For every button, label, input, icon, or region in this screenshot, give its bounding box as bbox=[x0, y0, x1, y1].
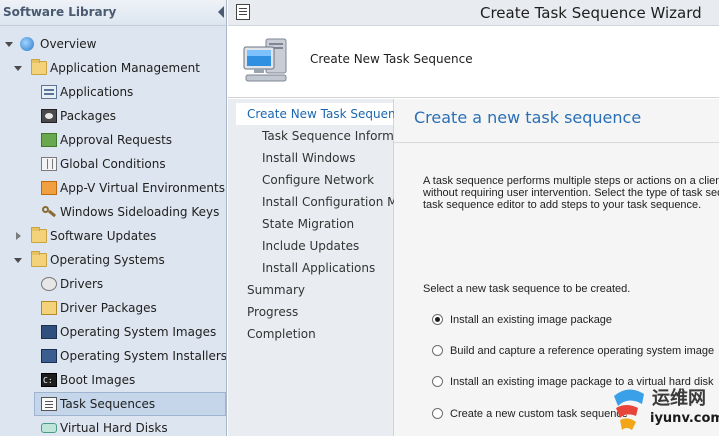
tree-item-boot-images[interactable]: Boot Images bbox=[0, 369, 226, 392]
expand-arrow-icon[interactable] bbox=[5, 42, 13, 47]
tree-item-operating-system-images[interactable]: Operating System Images bbox=[0, 321, 226, 343]
tree-item-application-management[interactable]: Application Management bbox=[0, 57, 226, 79]
wizard-banner: Create New Task Sequence bbox=[228, 27, 719, 98]
tree-item-label: Drivers bbox=[60, 277, 104, 291]
tree-item-label: Overview bbox=[40, 37, 97, 51]
expand-arrow-icon[interactable] bbox=[14, 258, 22, 263]
content-divider bbox=[394, 142, 719, 143]
task-sequences-icon bbox=[41, 397, 57, 411]
tree-item-overview[interactable]: Overview bbox=[0, 33, 226, 55]
tree-item-label: Boot Images bbox=[60, 373, 136, 387]
tree-item-software-updates[interactable]: Software Updates bbox=[0, 225, 226, 247]
tree-item-approval-requests[interactable]: Approval Requests bbox=[0, 129, 226, 151]
virtual-hard-disks-icon bbox=[41, 423, 57, 433]
tree-item-label: Task Sequences bbox=[60, 397, 156, 411]
description-line: A task sequence performs multiple steps … bbox=[423, 175, 719, 187]
option-label[interactable]: Create a new custom task sequence bbox=[450, 405, 628, 423]
description-text: A task sequence performs multiple steps … bbox=[423, 175, 719, 211]
tree-item-operating-system-installers[interactable]: Operating System Installers bbox=[0, 345, 226, 367]
os-installers-icon bbox=[41, 349, 57, 363]
boot-images-icon bbox=[41, 370, 57, 392]
content-title: Create a new task sequence bbox=[414, 108, 642, 127]
option-label[interactable]: Build and capture a reference operating … bbox=[450, 342, 714, 360]
tree-item-label: Applications bbox=[60, 85, 134, 99]
navigation-pane: Software Library Overview Application Ma… bbox=[0, 0, 227, 436]
tree-item-label: Driver Packages bbox=[60, 301, 157, 315]
step-summary: Summary bbox=[247, 283, 305, 297]
wizard-steps-list: Create New Task Sequence Task Sequence I… bbox=[228, 99, 440, 436]
os-images-icon bbox=[41, 325, 57, 339]
folder-icon bbox=[31, 59, 47, 75]
tree-item-label: Operating System Installers bbox=[60, 349, 227, 363]
wizard-title-bar[interactable]: Create Task Sequence Wizard bbox=[228, 0, 719, 26]
radio-button[interactable] bbox=[432, 376, 443, 387]
radio-button[interactable] bbox=[432, 345, 443, 356]
folder-icon bbox=[31, 251, 47, 267]
step-install-windows: Install Windows bbox=[262, 151, 356, 165]
collapsed-arrow-icon[interactable] bbox=[16, 232, 21, 240]
description-line: task sequence editor to add steps to you… bbox=[423, 199, 702, 211]
create-task-sequence-wizard: Create Task Sequence Wizard Create New T… bbox=[228, 0, 719, 436]
step-create-new-task-sequence: Create New Task Sequence bbox=[236, 103, 410, 125]
computer-icon bbox=[243, 38, 287, 82]
radio-button-checked[interactable] bbox=[432, 314, 443, 325]
navigation-pane-header: Software Library bbox=[0, 0, 226, 26]
step-state-migration: State Migration bbox=[262, 217, 355, 231]
tree-item-label: Approval Requests bbox=[60, 133, 173, 147]
tree-item-task-sequences[interactable]: Task Sequences bbox=[34, 392, 226, 416]
step-configure-network: Configure Network bbox=[262, 173, 375, 187]
tree-item-label: Application Management bbox=[50, 61, 200, 75]
key-icon bbox=[41, 205, 57, 219]
tree-item-operating-systems[interactable]: Operating Systems bbox=[0, 249, 226, 271]
banner-heading: Create New Task Sequence bbox=[310, 52, 473, 66]
tree-item-label: App-V Virtual Environments bbox=[60, 181, 225, 195]
applications-icon bbox=[41, 85, 57, 99]
step-install-applications: Install Applications bbox=[262, 261, 376, 275]
expand-arrow-icon[interactable] bbox=[14, 66, 22, 71]
tree-item-label: Packages bbox=[60, 109, 116, 123]
select-prompt: Select a new task sequence to be created… bbox=[423, 283, 631, 295]
watermark-text: 运维网 bbox=[652, 388, 706, 409]
packages-icon bbox=[41, 109, 57, 123]
tree-item-drivers[interactable]: Drivers bbox=[0, 273, 226, 295]
collapse-pane-icon[interactable] bbox=[218, 6, 224, 18]
step-completion: Completion bbox=[247, 327, 316, 341]
wizard-app-icon[interactable] bbox=[236, 4, 250, 20]
tree-item-driver-packages[interactable]: Driver Packages bbox=[0, 297, 226, 319]
global-conditions-icon bbox=[41, 157, 57, 171]
tree-item-windows-sideloading-keys[interactable]: Windows Sideloading Keys bbox=[0, 201, 226, 223]
tree-item-label: Global Conditions bbox=[60, 157, 166, 171]
tree-item-appv-virtual-environments[interactable]: App-V Virtual Environments bbox=[0, 177, 226, 199]
tree-item-virtual-hard-disks[interactable]: Virtual Hard Disks bbox=[0, 417, 226, 436]
appv-icon bbox=[41, 181, 57, 195]
navigation-pane-title: Software Library bbox=[3, 5, 117, 19]
tree-item-label: Software Updates bbox=[50, 229, 157, 243]
approval-requests-icon bbox=[41, 133, 57, 147]
tree-item-packages[interactable]: Packages bbox=[0, 105, 226, 127]
driver-packages-icon bbox=[41, 301, 57, 315]
option-label[interactable]: Install an existing image package bbox=[450, 311, 612, 329]
tree-item-label: Virtual Hard Disks bbox=[60, 421, 168, 435]
tree-item-global-conditions[interactable]: Global Conditions bbox=[0, 153, 226, 175]
step-include-updates: Include Updates bbox=[262, 239, 360, 253]
tree-item-label: Windows Sideloading Keys bbox=[60, 205, 220, 219]
wizard-title: Create Task Sequence Wizard bbox=[480, 4, 702, 22]
drivers-icon bbox=[41, 277, 57, 291]
folder-icon bbox=[31, 227, 47, 243]
radio-button[interactable] bbox=[432, 408, 443, 419]
step-progress: Progress bbox=[247, 305, 299, 319]
watermark-url: iyunv.com bbox=[650, 411, 719, 426]
overview-icon bbox=[20, 37, 34, 51]
tree-item-label: Operating System Images bbox=[60, 325, 217, 339]
tree-item-applications[interactable]: Applications bbox=[0, 81, 226, 103]
description-line: without requiring user intervention. Sel… bbox=[423, 187, 719, 199]
tree-item-label: Operating Systems bbox=[50, 253, 165, 267]
